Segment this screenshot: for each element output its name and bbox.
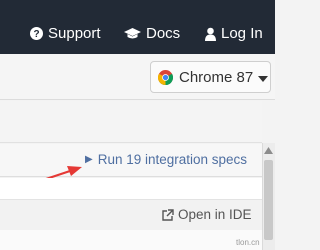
user-icon [205, 27, 216, 41]
open-in-ide-label: Open in IDE [178, 207, 252, 222]
browser-selector-button[interactable]: Chrome 87 [150, 61, 271, 93]
scrollbar-thumb[interactable] [264, 160, 273, 240]
external-link-icon [162, 208, 174, 221]
nav-login-link[interactable]: Log In [205, 25, 263, 42]
question-circle-icon: ? [30, 27, 43, 40]
run-specs-label: Run 19 integration specs [97, 152, 248, 167]
specs-header-band [0, 101, 262, 143]
scroll-up-arrow-icon[interactable] [264, 147, 273, 154]
graduation-cap-icon [124, 27, 141, 40]
nav-login-label: Log In [221, 25, 263, 42]
caret-down-icon [258, 69, 269, 86]
spec-list-blank-area [0, 178, 262, 199]
nav-docs-label: Docs [146, 25, 181, 42]
nav-support-label: Support [48, 25, 101, 42]
open-in-ide-link[interactable]: Open in IDE [162, 207, 252, 222]
nav-docs-link[interactable]: Docs [124, 25, 180, 42]
browser-selector-label: Chrome 87 [179, 68, 254, 86]
play-icon: ▶ [85, 154, 93, 165]
svg-text:?: ? [33, 29, 39, 40]
watermark-text: tlon.cn [236, 238, 260, 247]
app-root: ? Support Docs Log In Chrome 87 ▶ Run 19… [0, 0, 275, 250]
run-integration-specs-link[interactable]: ▶ Run 19 integration specs [85, 152, 247, 167]
nav-support-link[interactable]: ? Support [30, 25, 101, 42]
bottom-strip [0, 230, 262, 250]
chrome-icon [158, 69, 173, 85]
